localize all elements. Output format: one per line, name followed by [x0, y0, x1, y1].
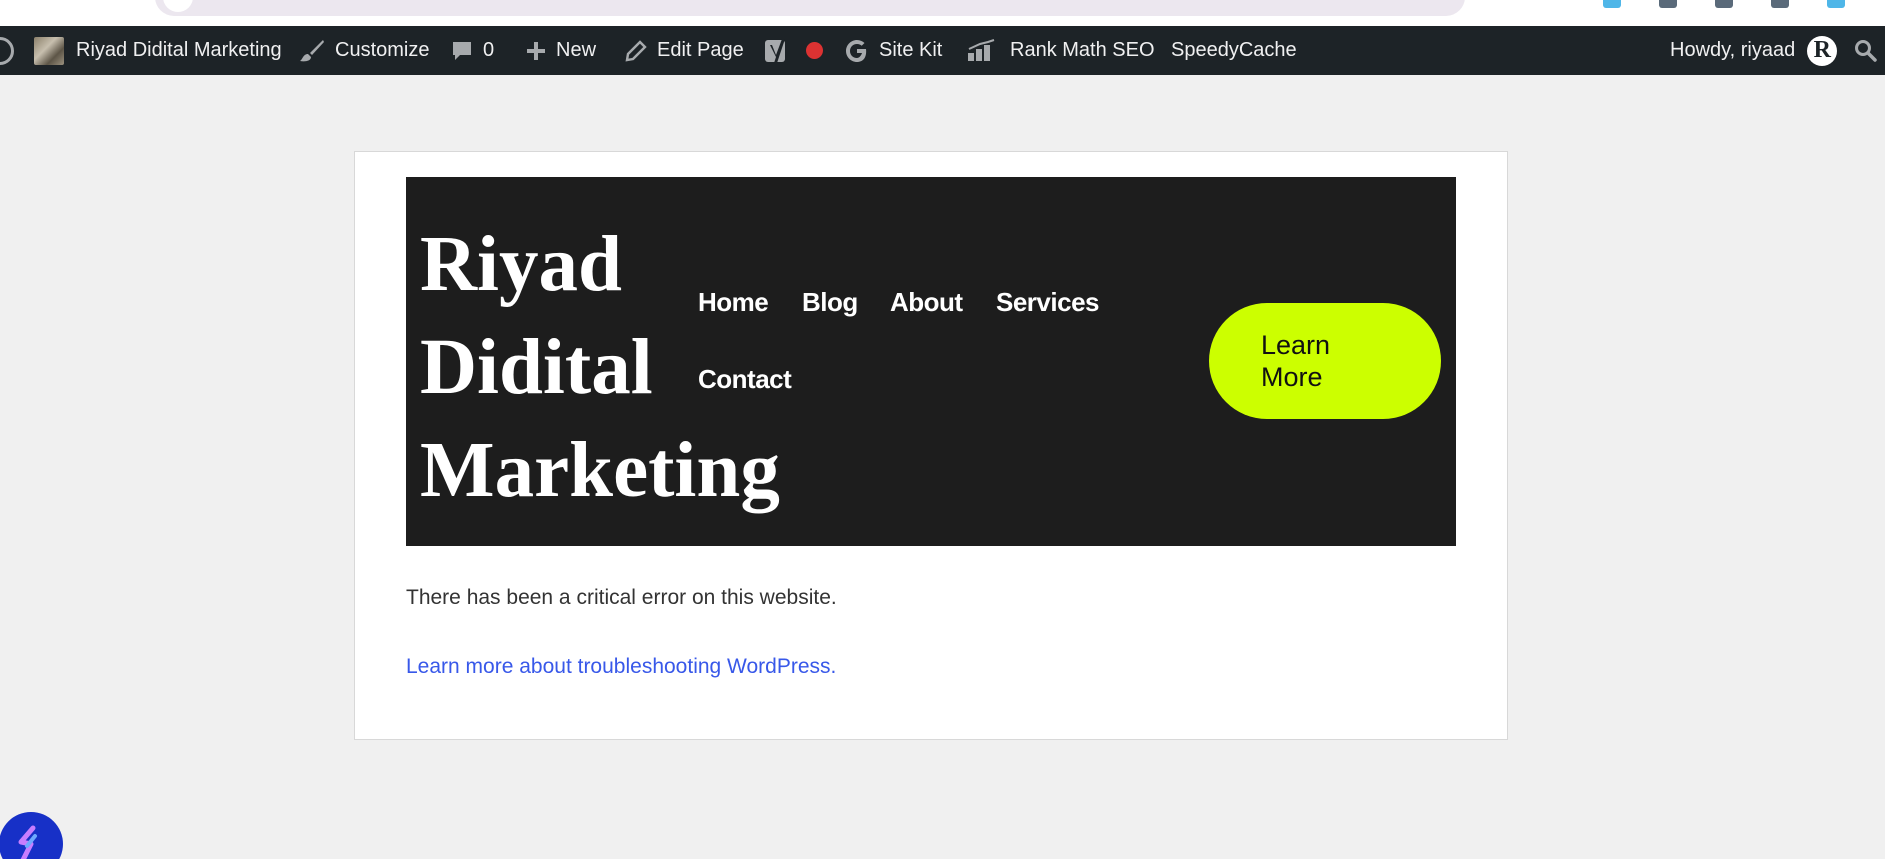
extension-icon[interactable] — [1603, 0, 1621, 8]
nav-item-home[interactable]: Home — [698, 287, 769, 318]
rank-math-label: Rank Math SEO — [1010, 39, 1155, 61]
extension-icon[interactable] — [1659, 0, 1677, 8]
nav-item-about[interactable]: About — [890, 287, 963, 318]
address-bar[interactable] — [155, 0, 1465, 16]
customize-label: Customize — [335, 39, 430, 61]
admin-bar-search[interactable] — [1854, 26, 1878, 75]
admin-bar-rank-math[interactable]: Rank Math SEO — [966, 26, 1155, 75]
browser-toolbar — [0, 0, 1885, 26]
widget-logo-icon — [18, 825, 37, 859]
page-content-card: Riyad Didital Marketing Home Blog About … — [354, 151, 1508, 740]
learn-more-button[interactable]: Learn More — [1209, 303, 1441, 419]
nav-item-services[interactable]: Services — [996, 287, 1099, 318]
comments-count: 0 — [483, 39, 495, 61]
edit-page-label: Edit Page — [657, 39, 744, 61]
wp-admin-bar: Riyad Didital Marketing Customize 0 New … — [0, 26, 1885, 75]
wordpress-logo-icon[interactable] — [0, 37, 14, 65]
extension-icon[interactable] — [1771, 0, 1789, 8]
learn-more-label: Learn More — [1261, 330, 1331, 392]
speedycache-label: SpeedyCache — [1171, 39, 1297, 61]
extension-icons — [1603, 0, 1845, 10]
brush-icon — [300, 39, 324, 61]
extension-icon[interactable] — [1827, 0, 1845, 8]
site-kit-label: Site Kit — [879, 39, 943, 61]
site-title-line: Didital — [420, 324, 653, 411]
extension-icon[interactable] — [1715, 0, 1733, 8]
admin-bar-comments[interactable]: 0 — [451, 26, 494, 75]
admin-bar-new[interactable]: New — [526, 26, 596, 75]
admin-bar-customize[interactable]: Customize — [299, 26, 429, 75]
admin-bar-speedycache[interactable]: SpeedyCache — [1171, 26, 1297, 75]
admin-bar-yoast[interactable] — [764, 26, 823, 75]
pencil-icon — [625, 39, 647, 61]
admin-bar-edit-page[interactable]: Edit Page — [625, 26, 744, 75]
site-title-line: Riyad — [420, 221, 622, 308]
floating-widget-button[interactable] — [0, 812, 63, 859]
site-thumbnail-icon — [34, 36, 64, 65]
plus-icon — [527, 41, 545, 60]
comment-icon — [453, 41, 471, 60]
howdy-label: Howdy, riyaad — [1670, 39, 1796, 61]
seo-status-dot — [806, 42, 823, 59]
avatar: R — [1807, 35, 1838, 66]
nav-item-blog[interactable]: Blog — [802, 287, 858, 318]
yoast-icon — [765, 38, 785, 63]
admin-bar-site-name[interactable]: Riyad Didital Marketing — [34, 26, 282, 75]
critical-error-message: There has been a critical error on this … — [406, 586, 837, 609]
site-title-line: Marketing — [420, 427, 780, 514]
site-header: Riyad Didital Marketing Home Blog About … — [406, 177, 1456, 546]
search-icon — [1855, 39, 1877, 62]
site-info-icon[interactable] — [163, 0, 193, 12]
site-title[interactable]: Riyad Didital Marketing — [420, 213, 780, 522]
troubleshooting-link[interactable]: Learn more about troubleshooting WordPre… — [406, 655, 836, 679]
admin-bar-my-account[interactable]: Howdy, riyaad R — [1670, 26, 1838, 75]
site-name-label: Riyad Didital Marketing — [76, 39, 282, 61]
nav-item-contact[interactable]: Contact — [698, 364, 792, 395]
rank-math-icon — [968, 38, 995, 61]
admin-bar-site-kit[interactable]: Site Kit — [845, 26, 942, 75]
new-label: New — [556, 39, 597, 61]
google-g-icon — [846, 39, 867, 62]
